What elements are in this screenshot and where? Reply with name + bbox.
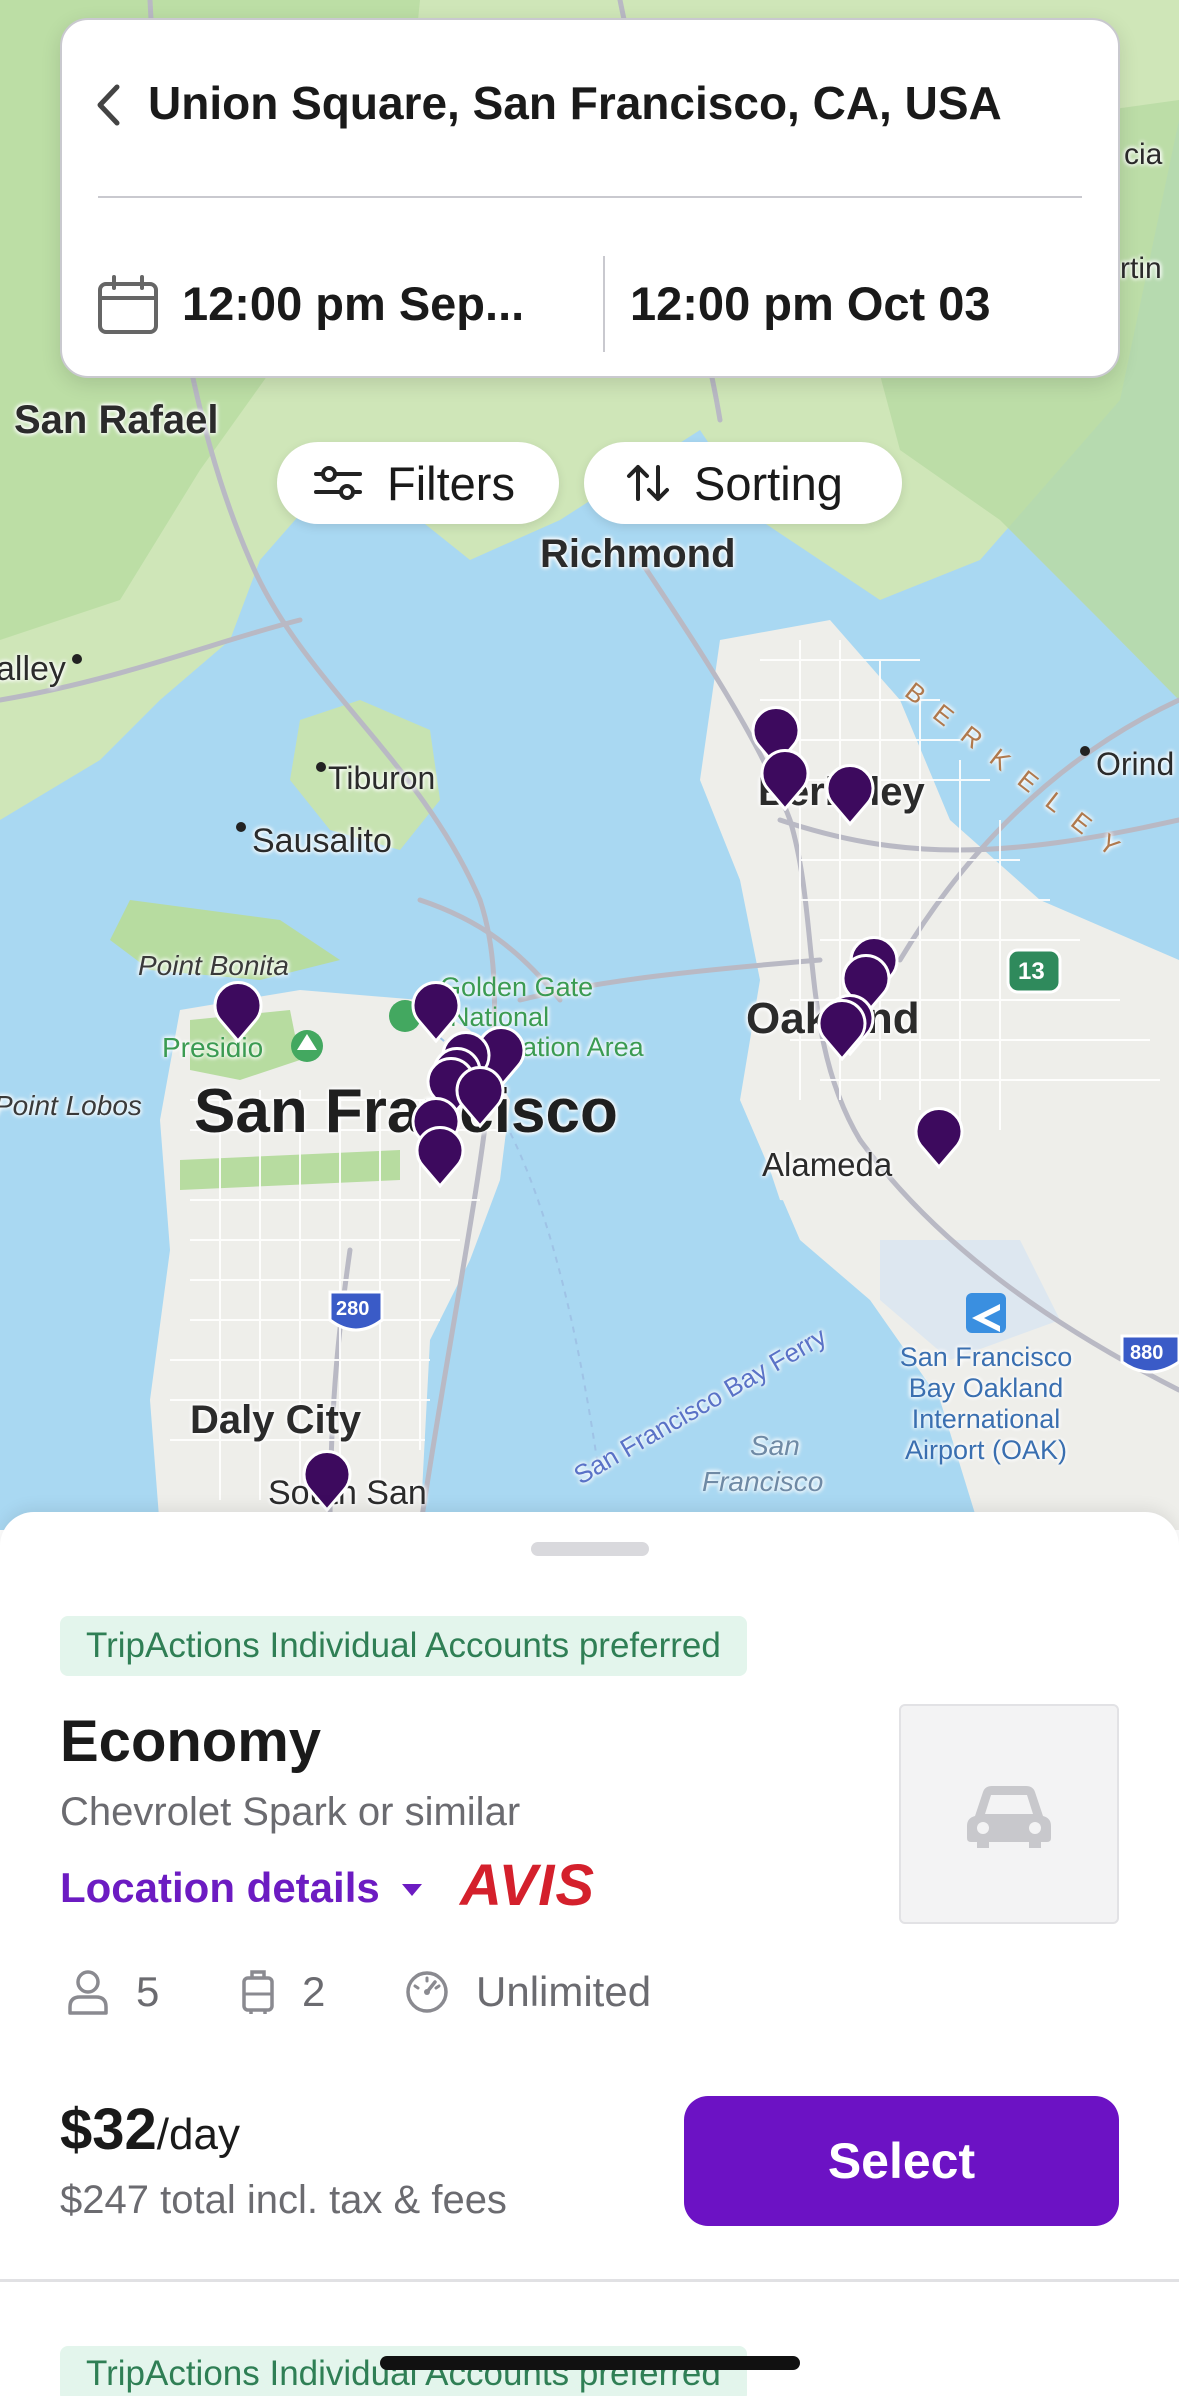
map-dot	[236, 822, 246, 832]
map-label-cia: cia	[1124, 138, 1163, 171]
rental-location-marker[interactable]	[759, 749, 811, 811]
rental-location-marker[interactable]	[816, 999, 868, 1061]
rental-location-marker[interactable]	[212, 981, 264, 1043]
car-model: Chevrolet Spark or similar	[60, 1790, 521, 1834]
back-button[interactable]	[88, 75, 128, 135]
map-dot	[72, 654, 82, 664]
route-13-label: 13	[1018, 958, 1045, 985]
map-label-bay-2: Francisco	[702, 1466, 824, 1497]
sheet-drag-handle[interactable]	[531, 1542, 649, 1556]
spec-passengers: 5	[66, 1968, 159, 2016]
speedometer-icon	[406, 1971, 448, 2013]
luggage-icon	[242, 1970, 274, 2014]
map-label-san-rafael: San Rafael	[14, 398, 219, 442]
map-label-valley: alley	[0, 650, 66, 688]
park-icon	[291, 1030, 323, 1062]
preferred-badge-next: TripActions Individual Accounts preferre…	[60, 2346, 747, 2396]
sort-arrows-icon	[627, 465, 669, 501]
spec-bags: 2	[240, 1968, 325, 2016]
bags-count: 2	[302, 1968, 326, 2015]
search-summary-card: Union Square, San Francisco, CA, USA 12:…	[60, 18, 1120, 378]
map-label-golden-gate: Golden Gate	[440, 972, 594, 1002]
filters-label: Filters	[387, 456, 515, 510]
route-280-label: 280	[336, 1298, 370, 1320]
rental-location-marker[interactable]	[414, 1126, 466, 1188]
map-dot	[1080, 746, 1090, 756]
card-divider	[98, 196, 1082, 198]
filters-button[interactable]: Filters	[277, 442, 559, 524]
map-label-tiburon: Tiburon	[328, 760, 436, 796]
map-label-point-lobos: Point Lobos	[0, 1090, 142, 1121]
car-image-placeholder	[899, 1704, 1119, 1924]
map-label-alameda: Alameda	[762, 1146, 893, 1183]
rental-location-marker[interactable]	[824, 764, 876, 826]
calendar-icon	[98, 275, 158, 334]
daily-price-unit: /day	[156, 2110, 240, 2159]
rental-location-marker[interactable]	[913, 1107, 965, 1169]
map-label-rtin: rtin	[1120, 252, 1162, 285]
results-sheet[interactable]: TripActions Individual Accounts preferre…	[0, 1512, 1179, 2396]
map-label-bay-1: San	[750, 1430, 800, 1461]
person-icon	[68, 1970, 108, 2015]
date-separator	[603, 256, 605, 352]
map-label-airport: San Francisco Bay Oakland International …	[899, 1342, 1073, 1465]
map-label-point-bonita: Point Bonita	[138, 950, 289, 981]
sorting-button[interactable]: Sorting	[584, 442, 902, 524]
home-indicator	[380, 2356, 800, 2370]
pickup-datetime[interactable]: 12:00 pm Sep...	[182, 276, 524, 331]
chevron-left-icon	[97, 84, 120, 126]
route-880-label: 880	[1130, 1342, 1164, 1364]
map-label-sausalito: Sausalito	[252, 822, 392, 860]
vendor-logo: AVIS	[460, 1853, 596, 1918]
sliders-icon	[314, 466, 362, 500]
spec-mileage: Unlimited	[404, 1968, 651, 2016]
location-title[interactable]: Union Square, San Francisco, CA, USA	[148, 76, 1002, 130]
price-total: $247 total incl. tax & fees	[60, 2178, 507, 2222]
map-dot	[316, 762, 326, 772]
location-details-toggle[interactable]: Location details	[60, 1864, 422, 1912]
select-button[interactable]: Select	[684, 2096, 1119, 2226]
price-per-day: $32/day	[60, 2096, 240, 2163]
car-icon	[967, 1786, 1051, 1848]
passengers-count: 5	[136, 1968, 160, 2015]
map-label-san-francisco: San Francisco	[194, 1077, 618, 1146]
car-class-title: Economy	[60, 1709, 322, 1774]
map-label-orinda: Orind	[1096, 746, 1175, 782]
caret-down-icon	[401, 1884, 422, 1896]
preferred-badge: TripActions Individual Accounts preferre…	[60, 1616, 747, 1676]
sorting-label: Sorting	[694, 456, 843, 510]
dropoff-datetime[interactable]: 12:00 pm Oct 03	[630, 276, 991, 331]
daily-price-amount: $32	[60, 2097, 157, 2162]
airport-icon	[966, 1293, 1006, 1333]
mileage-value: Unlimited	[476, 1968, 652, 2015]
listing-divider	[0, 2279, 1179, 2282]
map-label-richmond: Richmond	[540, 532, 736, 576]
location-details-label: Location details	[60, 1864, 380, 1911]
rental-location-marker[interactable]	[301, 1450, 353, 1512]
map-label-daly-city: Daly City	[190, 1398, 362, 1442]
